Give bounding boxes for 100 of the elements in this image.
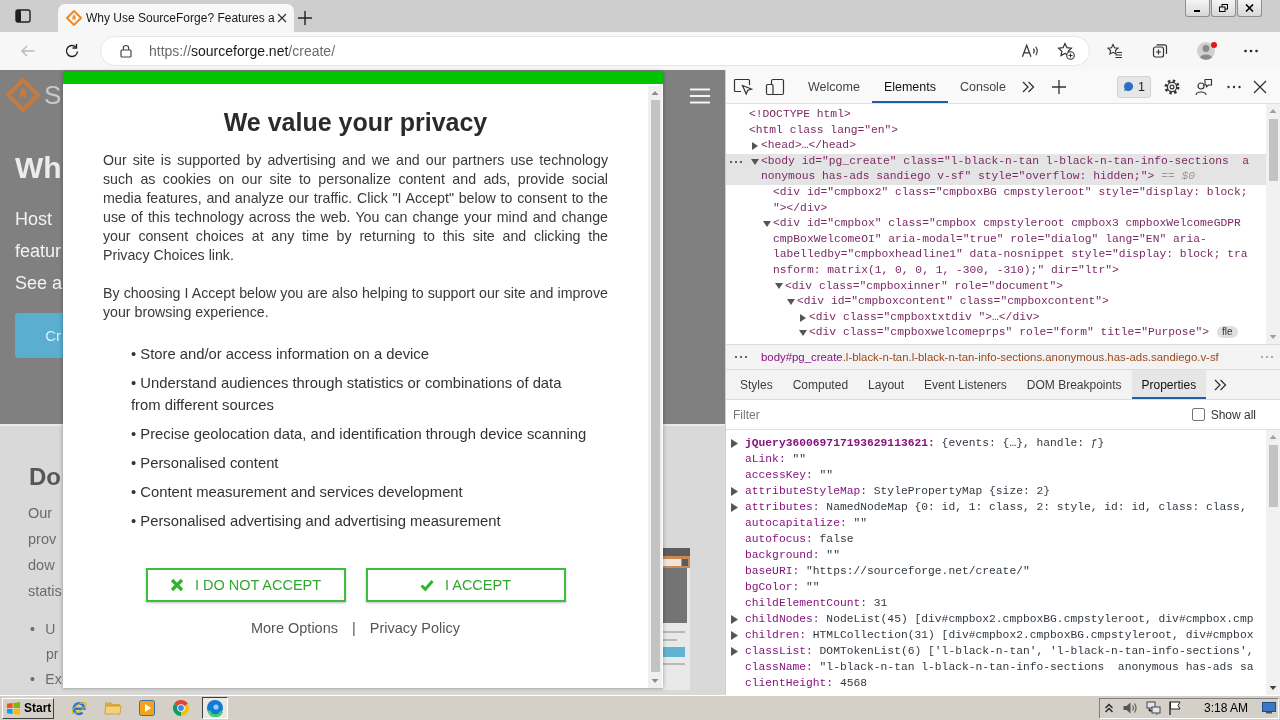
chevron-up-icon[interactable] — [1103, 702, 1114, 714]
collections-icon[interactable] — [1152, 43, 1168, 59]
property-item[interactable]: background: "" — [726, 547, 1266, 563]
collapse-arrow-icon[interactable] — [763, 219, 771, 228]
scrollbar[interactable] — [1266, 430, 1280, 695]
read-aloud-icon[interactable] — [1021, 43, 1040, 59]
site-name-text: S — [44, 79, 62, 112]
close-button[interactable] — [1237, 0, 1262, 17]
inspect-icon[interactable] — [733, 77, 753, 96]
expand-arrow-icon[interactable] — [731, 486, 738, 496]
property-item[interactable]: jQuery360069717193629113621: {events: {…}, handle: ƒ} — [726, 435, 1266, 451]
panel-tab[interactable]: Event Listeners — [914, 370, 1017, 399]
dom-tree-item[interactable]: <head>…</head> — [726, 138, 1266, 154]
show-desktop-icon[interactable] — [1262, 702, 1276, 714]
devtools-tab[interactable]: Welcome — [796, 70, 872, 103]
footer-link[interactable]: Privacy Policy — [369, 618, 461, 638]
panel-tab[interactable]: DOM Breakpoints — [1016, 370, 1132, 399]
issues-button[interactable]: 1 — [1117, 75, 1151, 98]
property-item[interactable]: baseURI: "https://sourceforge.net/create/" — [726, 563, 1266, 579]
section-heading: Do — [29, 462, 62, 492]
property-item[interactable]: childElementCount: 31 — [726, 595, 1266, 611]
ellipsis-icon[interactable] — [729, 159, 743, 164]
expand-arrow-icon[interactable] — [731, 646, 738, 656]
property-item[interactable]: className: "l-black-n-tan l-black-n-tan-info-sections anonymous has-ads sa — [726, 659, 1266, 675]
dom-tree-item[interactable]: <div id="cmpboxcontent" class="cmpboxcontent"> — [726, 294, 1266, 310]
add-favorite-icon[interactable] — [1057, 42, 1075, 60]
scrollbar-thumb[interactable] — [1268, 119, 1278, 181]
scrollbar[interactable] — [1266, 104, 1280, 344]
expand-arrow-icon[interactable] — [731, 438, 738, 448]
property-item[interactable]: autofocus: false — [726, 531, 1266, 547]
address-field[interactable]: https://sourceforge.net/create/ — [100, 36, 1090, 66]
checkbox-label[interactable]: Show all — [1210, 407, 1256, 422]
dom-tree-item[interactable]: <body id="pg_create" class="l-black-n-tan l-black-n-tan-info-sections a nonymous has-ads sandiego v-sf" style="overflow: hidden;"> == $0 — [726, 153, 1266, 185]
purpose-item: • Precise geolocation data, and identification through device scanning — [131, 425, 588, 444]
lock-icon[interactable] — [119, 44, 133, 58]
taskbar-button[interactable] — [202, 697, 228, 719]
collapse-arrow-icon[interactable] — [751, 157, 759, 166]
settings-icon[interactable] — [1163, 77, 1181, 96]
start-button[interactable]: Start — [2, 697, 54, 719]
expand-arrow-icon[interactable] — [731, 502, 738, 512]
property-item[interactable]: attributes: NamedNodeMap {0: id, 1: class, 2: style, id: id, class: class, — [726, 499, 1266, 515]
dom-tree-item[interactable]: <!DOCTYPE html> — [726, 107, 1266, 123]
dom-tree-item[interactable]: <div id="cmpbox2" class="cmpboxBG cmpstyleroot" style="display: block; "></div> — [726, 184, 1266, 217]
wave-logo-icon — [206, 699, 224, 717]
menu-icon[interactable] — [690, 88, 710, 104]
scrollbar-thumb[interactable] — [1268, 445, 1278, 507]
network-icon[interactable] — [1145, 700, 1162, 716]
speaker-icon[interactable] — [1121, 700, 1138, 716]
footer-link[interactable]: More Options — [250, 618, 338, 638]
profile-avatar-icon[interactable] — [1196, 40, 1218, 62]
dom-tree-item[interactable]: <div class="cmpboxtxtdiv ">…</div> — [726, 309, 1266, 326]
dom-tree-item[interactable]: <div class="cmpboxinner" role="document"> — [726, 278, 1266, 295]
property-item[interactable]: childNodes: NodeList(45) [div#cmpbox2.cmpboxBG.cmpstyleroot, div#cmpbox.cmp — [726, 611, 1266, 627]
section-text: Our prov dow statis — [28, 504, 63, 601]
flag-icon[interactable] — [1167, 700, 1182, 716]
panel-tab[interactable]: Computed — [782, 370, 859, 399]
devtools-tab[interactable]: Console — [948, 70, 1018, 103]
property-item[interactable]: bgColor: "" — [726, 579, 1266, 595]
dom-tree-item[interactable]: <div class="cmpboxwelcomeprps" role="form" title="Purpose"> fle — [726, 325, 1266, 341]
panel-tab[interactable]: Properties — [1131, 370, 1207, 399]
x-icon — [169, 578, 184, 592]
property-item[interactable]: autocapitalize: "" — [726, 515, 1266, 531]
panel-tab[interactable]: Layout — [858, 370, 915, 399]
restore-button[interactable] — [1211, 0, 1236, 17]
collapse-arrow-icon[interactable] — [787, 297, 795, 306]
close-icon[interactable] — [276, 13, 287, 23]
clock-text[interactable]: 3:18 AM — [1203, 701, 1248, 715]
browser-tab[interactable]: Why Use SourceForge? Features a — [58, 4, 294, 32]
devtools-tab[interactable]: Elements — [871, 70, 948, 103]
show-all-checkbox[interactable] — [1191, 408, 1205, 421]
collapse-arrow-icon[interactable] — [799, 329, 807, 338]
refresh-icon[interactable] — [64, 43, 80, 59]
feedback-icon[interactable] — [1195, 77, 1213, 96]
dom-tree-item[interactable]: <div id="cmpbox" class="cmpbox cmpstyleroot cmpbox3 cmpboxWelcomeGDPR cmpBoxWelcomeOI" aria-modal="true" role="dialog" lang="EN" aria- labelledby="cmpboxheadline1" data-nosnippet style="display: block; tra nsform: matrix(1, 0, 0, 1, -300, -310);" dir="ltr"> — [726, 216, 1266, 279]
layout-badge[interactable]: fle — [1217, 326, 1238, 339]
panel-tab[interactable]: Styles — [730, 370, 783, 399]
device-icon[interactable] — [765, 77, 785, 96]
property-item[interactable]: classList: DOMTokenList(6) ['l-black-n-tan', 'l-black-n-tan-info-sections', — [726, 643, 1266, 659]
ellipsis-icon[interactable] — [734, 355, 748, 359]
expand-arrow-icon[interactable] — [731, 614, 738, 624]
plus-icon[interactable] — [1050, 78, 1067, 95]
dom-tree-item[interactable]: <html class lang="en"> — [726, 122, 1266, 139]
favorites-icon[interactable] — [1107, 43, 1123, 59]
message-icon — [1123, 81, 1134, 92]
property-item[interactable]: clientHeight: 4568 — [726, 675, 1266, 691]
property-item[interactable]: attributeStyleMap: StylePropertyMap {size: 2} — [726, 483, 1266, 499]
expand-arrow-icon[interactable] — [799, 313, 807, 322]
scrollbar[interactable] — [648, 86, 662, 688]
dialog-paragraph: Our site is supported by advertising and we and our partners use technology such as cookies on our site to personalize content and ads, provide social media features, and analyze our traffic. Click "I Accept" below to consent to the use of this technology across the web. You can change your mind and change your consent choices at any time by returning to this site and clicking the Privacy Choices link. — [103, 151, 608, 265]
property-item[interactable]: accessKey: "" — [726, 467, 1266, 483]
expand-arrow-icon[interactable] — [731, 630, 738, 640]
collapse-arrow-icon[interactable] — [775, 282, 783, 291]
property-item[interactable]: aLink: "" — [726, 451, 1266, 467]
minimize-button[interactable] — [1185, 0, 1210, 17]
property-item[interactable]: children: HTMLCollection(31) [div#cmpbox2.cmpboxBG.cmpstyleroot, div#cmpbox — [726, 627, 1266, 643]
expand-arrow-icon[interactable] — [751, 142, 759, 150]
scrollbar-thumb[interactable] — [650, 100, 660, 672]
close-icon[interactable] — [1252, 78, 1268, 95]
sidebar-icon[interactable] — [15, 8, 31, 24]
plus-icon[interactable] — [298, 11, 312, 25]
